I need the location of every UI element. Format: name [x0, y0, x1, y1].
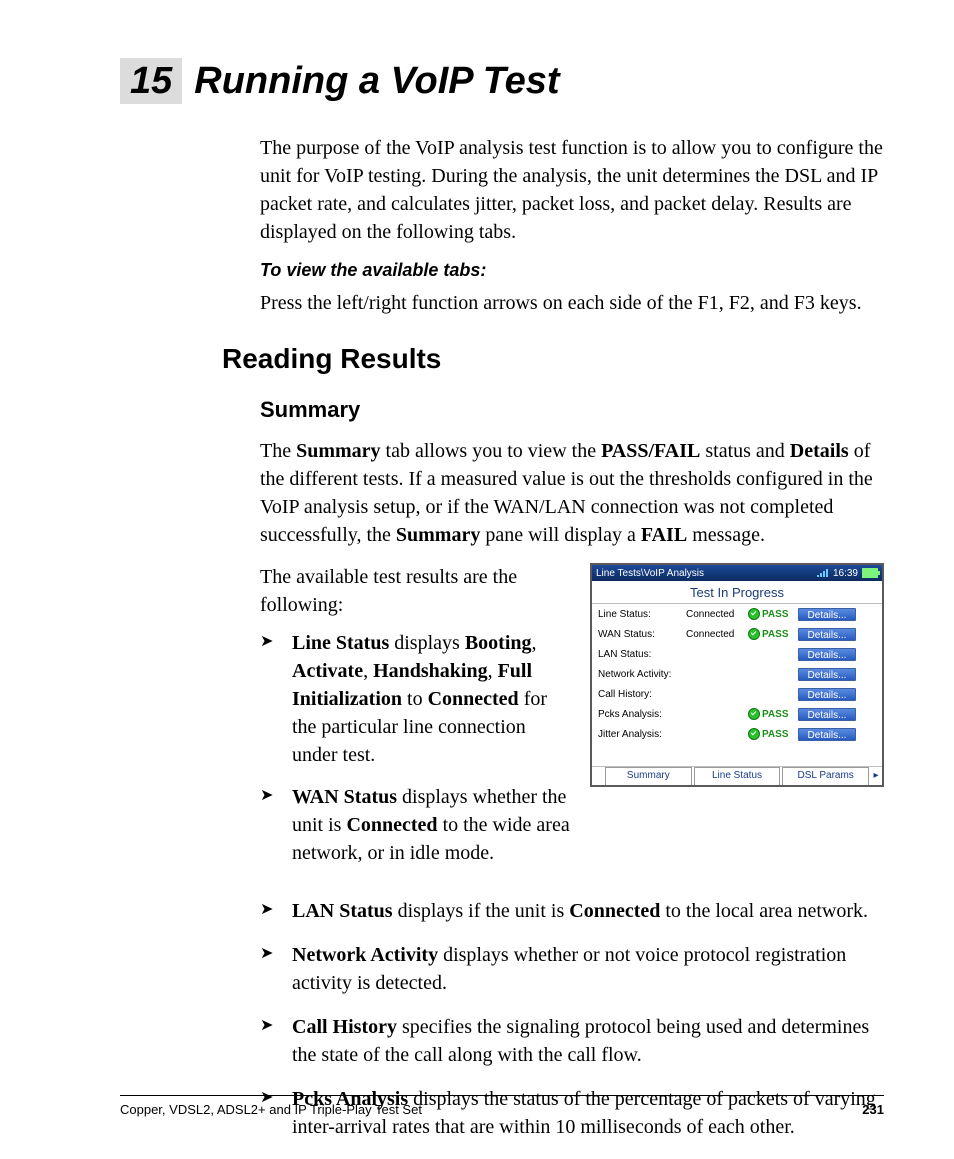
list-item: Line Status displays Booting, Activate, … — [260, 629, 572, 769]
battery-icon — [862, 568, 878, 578]
text-run: tab allows you to view the — [381, 440, 602, 462]
pass-label: PASS — [762, 609, 789, 620]
summary-paragraph: The Summary tab allows you to view the P… — [260, 437, 884, 549]
result-row: Line Status: Connected PASS Details... — [592, 604, 882, 624]
pass-label: PASS — [762, 729, 789, 740]
bold-run: Network Activity — [292, 944, 438, 966]
result-row: Network Activity: Details... — [592, 664, 882, 684]
device-titlebar: Line Tests\VoIP Analysis 16:39 — [592, 565, 882, 581]
list-item: Call History specifies the signaling pro… — [260, 1013, 884, 1069]
tab-dsl-params[interactable]: DSL Params — [782, 767, 869, 785]
pass-badge: PASS — [748, 728, 794, 740]
bold-run: Call History — [292, 1016, 397, 1038]
text-run: to — [402, 688, 428, 710]
row-label: Network Activity: — [598, 669, 682, 680]
details-button[interactable]: Details... — [798, 708, 856, 721]
bold-run: Connected — [569, 900, 660, 922]
available-results-intro: The available test results are the follo… — [260, 563, 572, 619]
left-column: The available test results are the follo… — [260, 563, 572, 881]
row-label: Line Status: — [598, 609, 682, 620]
subsection-heading-summary: Summary — [260, 397, 884, 423]
row-label: Jitter Analysis: — [598, 729, 682, 740]
device-screenshot: Line Tests\VoIP Analysis 16:39 Test In P… — [590, 563, 884, 787]
row-label: Pcks Analysis: — [598, 709, 682, 720]
pass-badge: PASS — [748, 628, 794, 640]
bold-run: Activate — [292, 660, 363, 682]
page-number: 231 — [862, 1102, 884, 1117]
text-run: to the local area network. — [660, 900, 868, 922]
bold-run: Connected — [428, 688, 519, 710]
row-label: LAN Status: — [598, 649, 682, 660]
intro-paragraph: The purpose of the VoIP analysis test fu… — [260, 134, 884, 246]
signal-icon — [817, 569, 829, 577]
list-item: WAN Status displays whether the unit is … — [260, 783, 572, 867]
two-column-region: The available test results are the follo… — [260, 563, 884, 881]
list-item: LAN Status displays if the unit is Conne… — [260, 897, 884, 925]
check-icon — [748, 708, 760, 720]
text-run: status and — [700, 440, 789, 462]
row-value: Connected — [686, 609, 744, 620]
bold-run: LAN Status — [292, 900, 393, 922]
instruction-heading: To view the available tabs: — [260, 260, 884, 281]
page-container: 15 Running a VoIP Test The purpose of th… — [0, 0, 954, 1159]
pass-badge: PASS — [748, 608, 794, 620]
check-icon — [748, 728, 760, 740]
text-run: The — [260, 440, 296, 462]
text-run: , — [488, 660, 498, 682]
details-button[interactable]: Details... — [798, 608, 856, 621]
titlebar-right: 16:39 — [817, 568, 878, 579]
chapter-number: 15 — [120, 58, 182, 104]
bold-run: Summary — [296, 440, 380, 462]
bold-run: Details — [790, 440, 849, 462]
bold-run: WAN Status — [292, 786, 397, 808]
result-row: Jitter Analysis: PASS Details... — [592, 724, 882, 744]
list-item: Network Activity displays whether or not… — [260, 941, 884, 997]
bold-run: Handshaking — [373, 660, 488, 682]
page-footer: Copper, VDSL2, ADSL2+ and IP Triple-Play… — [120, 1095, 884, 1117]
tab-arrow-right[interactable]: ▸ — [870, 767, 882, 785]
bold-run: Summary — [396, 524, 480, 546]
tab-line-status[interactable]: Line Status — [694, 767, 781, 785]
text-run: displays if the unit is — [393, 900, 570, 922]
result-row: LAN Status: Details... — [592, 644, 882, 664]
details-button[interactable]: Details... — [798, 688, 856, 701]
footer-left: Copper, VDSL2, ADSL2+ and IP Triple-Play… — [120, 1102, 422, 1117]
text-run: , — [532, 632, 537, 654]
instruction-body: Press the left/right function arrows on … — [260, 289, 884, 317]
bold-run: Booting — [465, 632, 532, 654]
text-run: displays — [389, 632, 465, 654]
bold-run: Line Status — [292, 632, 389, 654]
tab-arrow-left[interactable] — [592, 767, 604, 785]
check-icon — [748, 608, 760, 620]
clock: 16:39 — [833, 568, 858, 579]
check-icon — [748, 628, 760, 640]
bullet-list-narrow: Line Status displays Booting, Activate, … — [260, 629, 572, 867]
result-row: Call History: Details... — [592, 684, 882, 704]
test-status-header: Test In Progress — [592, 581, 882, 604]
pass-label: PASS — [762, 709, 789, 720]
chapter-title: Running a VoIP Test — [194, 62, 559, 100]
device-tabbar: Summary Line Status DSL Params ▸ — [592, 766, 882, 785]
bold-run: Connected — [346, 814, 437, 836]
bold-run: FAIL — [641, 524, 687, 546]
details-button[interactable]: Details... — [798, 728, 856, 741]
result-row: Pcks Analysis: PASS Details... — [592, 704, 882, 724]
pass-label: PASS — [762, 629, 789, 640]
breadcrumb: Line Tests\VoIP Analysis — [596, 568, 704, 579]
chapter-heading: 15 Running a VoIP Test — [120, 58, 884, 104]
result-row: WAN Status: Connected PASS Details... — [592, 624, 882, 644]
text-run: pane will display a — [480, 524, 641, 546]
pass-badge: PASS — [748, 708, 794, 720]
details-button[interactable]: Details... — [798, 628, 856, 641]
row-label: Call History: — [598, 689, 682, 700]
row-value: Connected — [686, 629, 744, 640]
bold-run: PASS/FAIL — [601, 440, 700, 462]
details-button[interactable]: Details... — [798, 668, 856, 681]
text-run: message. — [687, 524, 765, 546]
tab-summary[interactable]: Summary — [605, 767, 692, 785]
section-heading-reading-results: Reading Results — [222, 343, 884, 375]
text-run: , — [363, 660, 373, 682]
row-label: WAN Status: — [598, 629, 682, 640]
details-button[interactable]: Details... — [798, 648, 856, 661]
